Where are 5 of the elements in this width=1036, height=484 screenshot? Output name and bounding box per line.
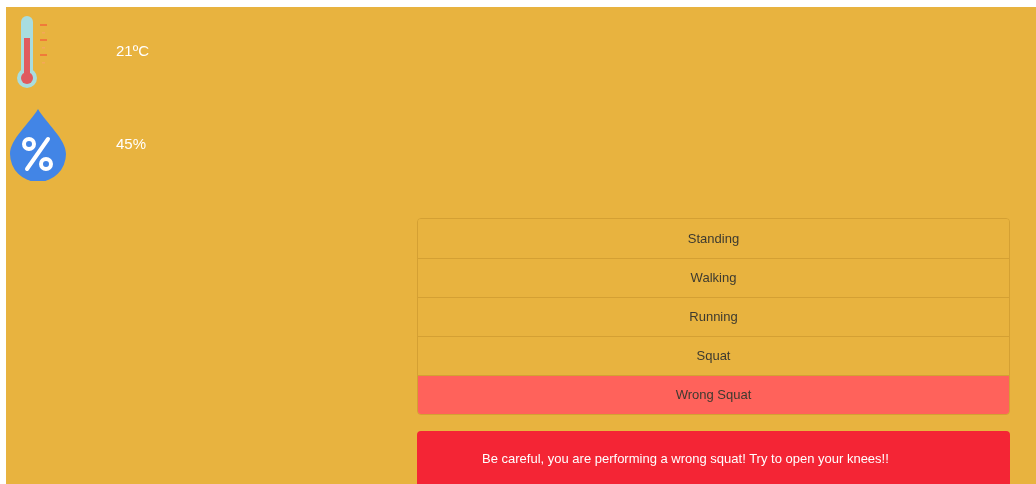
alert-banner: Be careful, you are performing a wrong squat! Try to open your knees!! bbox=[417, 431, 1010, 484]
humidity-reading: 45% bbox=[116, 134, 147, 154]
activity-item: Wrong Squat bbox=[418, 375, 1009, 414]
humidity-drop-icon bbox=[10, 109, 66, 181]
temperature-reading: 21ºC bbox=[116, 41, 149, 61]
